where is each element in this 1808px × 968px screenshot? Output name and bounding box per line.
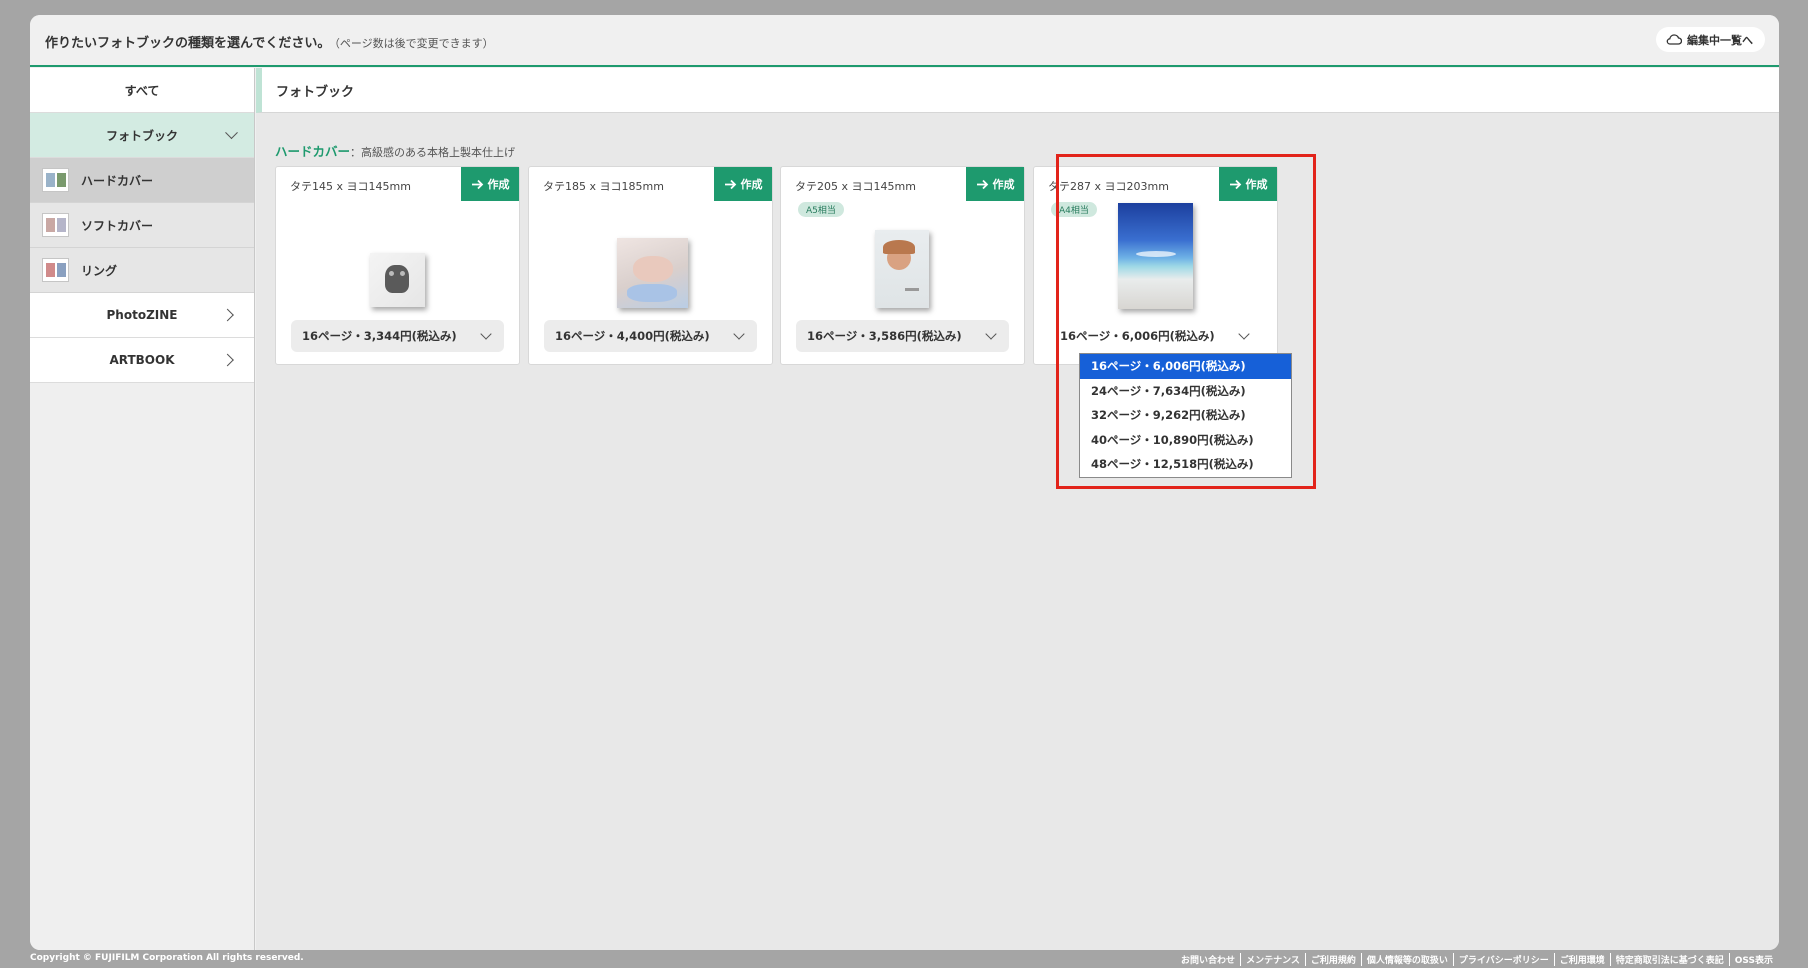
cloud-icon bbox=[1666, 34, 1682, 45]
hardcover-thumbnail bbox=[42, 168, 69, 192]
footer-link[interactable]: ご利用規約 bbox=[1304, 953, 1361, 966]
footer-link[interactable]: ご利用環境 bbox=[1553, 953, 1610, 966]
category-label: ハードカバー：高級感のある本格上製本仕上げ bbox=[275, 144, 516, 159]
page-count-select[interactable]: 16ページ・3,586円(税込み) bbox=[796, 320, 1009, 352]
sidebar-subitem-softcover[interactable]: ソフトカバー bbox=[30, 203, 254, 248]
app-window: 作りたいフォトブックの種類を選んでください。 （ページ数は後で変更できます） 編集… bbox=[30, 15, 1779, 950]
footer-link[interactable]: 特定商取引法に基づく表記 bbox=[1609, 953, 1729, 966]
sidebar-item-artbook[interactable]: ARTBOOK bbox=[30, 338, 254, 383]
section-title: フォトブック bbox=[256, 68, 1779, 113]
product-card: タテ185 x ヨコ185mm 作成 16ページ・4,400円(税込み) bbox=[528, 166, 773, 365]
sidebar-subitem-hardcover[interactable]: ハードカバー bbox=[30, 158, 254, 203]
chevron-down-icon bbox=[225, 126, 238, 140]
create-button[interactable]: 作成 bbox=[966, 167, 1024, 201]
page-count-select[interactable]: 16ページ・4,400円(税込み) bbox=[544, 320, 757, 352]
sidebar-item-all[interactable]: すべて bbox=[30, 68, 254, 113]
main-content: フォトブック ハードカバー：高級感のある本格上製本仕上げ タテ145 x ヨコ1… bbox=[256, 68, 1779, 950]
footer-link[interactable]: プライバシーポリシー bbox=[1452, 953, 1554, 966]
footer-links: お問い合わせ メンテナンス ご利用規約 個人情報等の取扱い プライバシーポリシー… bbox=[1176, 953, 1778, 966]
create-button[interactable]: 作成 bbox=[461, 167, 519, 201]
page-count-select[interactable]: 16ページ・3,344円(税込み) bbox=[291, 320, 504, 352]
page-note: （ページ数は後で変更できます） bbox=[334, 37, 494, 50]
card-size-label: タテ205 x ヨコ145mm bbox=[795, 180, 916, 193]
highlight-box bbox=[1056, 154, 1316, 489]
card-size-label: タテ185 x ヨコ185mm bbox=[543, 180, 664, 193]
chevron-down-icon bbox=[480, 328, 492, 340]
arrow-right-icon bbox=[471, 179, 483, 189]
sidebar: すべて フォトブック ハードカバー ソフトカバー リング PhotoZINE A… bbox=[30, 68, 255, 950]
sidebar-item-photobook[interactable]: フォトブック bbox=[30, 113, 254, 158]
book-cover-image bbox=[370, 253, 425, 307]
footer-link[interactable]: お問い合わせ bbox=[1176, 953, 1240, 966]
header: 作りたいフォトブックの種類を選んでください。 （ページ数は後で変更できます） 編集… bbox=[30, 15, 1779, 67]
sidebar-item-photozine[interactable]: PhotoZINE bbox=[30, 293, 254, 338]
softcover-thumbnail bbox=[42, 213, 69, 237]
arrow-right-icon bbox=[724, 179, 736, 189]
size-badge: A5相当 bbox=[798, 202, 844, 217]
chevron-right-icon bbox=[221, 353, 234, 367]
create-button[interactable]: 作成 bbox=[714, 167, 772, 201]
arrow-right-icon bbox=[976, 179, 988, 189]
chevron-down-icon bbox=[733, 328, 745, 340]
chevron-down-icon bbox=[985, 328, 997, 340]
footer-link[interactable]: OSS表示 bbox=[1728, 953, 1778, 966]
book-cover-image bbox=[875, 230, 929, 308]
footer-link[interactable]: メンテナンス bbox=[1240, 953, 1305, 966]
product-card: タテ145 x ヨコ145mm 作成 16ページ・3,344円(税込み) bbox=[275, 166, 520, 365]
product-card: タテ205 x ヨコ145mm 作成 A5相当 16ページ・3,586円(税込み… bbox=[780, 166, 1025, 365]
chevron-right-icon bbox=[221, 308, 234, 322]
footer-link[interactable]: 個人情報等の取扱い bbox=[1360, 953, 1453, 966]
ring-thumbnail bbox=[42, 258, 69, 282]
sidebar-subitem-ring[interactable]: リング bbox=[30, 248, 254, 293]
edit-list-button[interactable]: 編集中一覧へ bbox=[1656, 27, 1765, 52]
copyright-text: Copyright © FUJIFILM Corporation All rig… bbox=[30, 953, 304, 963]
card-size-label: タテ145 x ヨコ145mm bbox=[290, 180, 411, 193]
page-title: 作りたいフォトブックの種類を選んでください。 （ページ数は後で変更できます） bbox=[45, 36, 494, 51]
book-cover-image bbox=[617, 238, 688, 308]
